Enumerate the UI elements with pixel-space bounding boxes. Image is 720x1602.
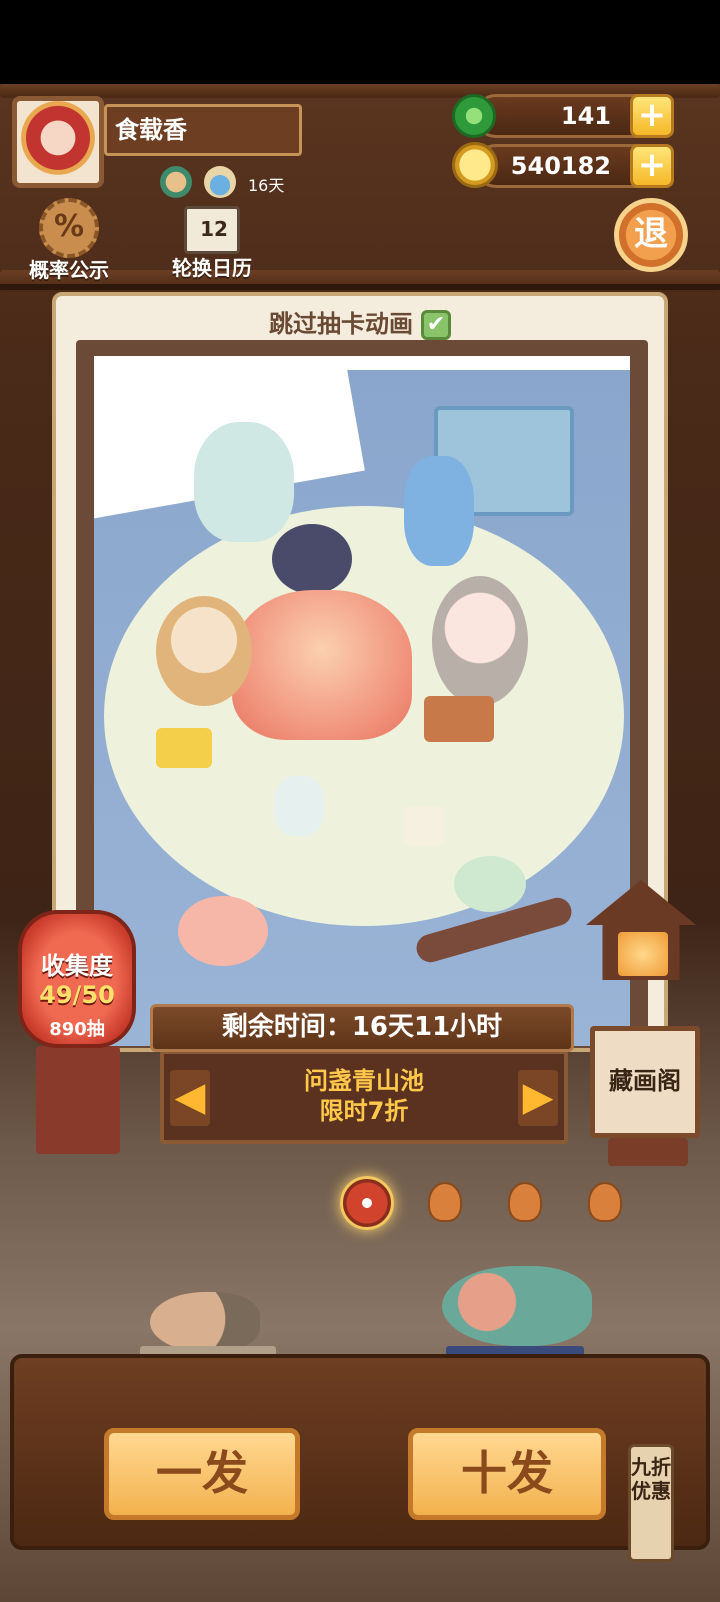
tofu-cube xyxy=(404,806,444,846)
checkbox-checked-icon[interactable]: ✔ xyxy=(421,310,451,340)
companion-icon[interactable] xyxy=(160,166,192,198)
pool-name-line1: 问盏青山池 xyxy=(304,1067,424,1095)
lantern-stand xyxy=(36,1046,120,1154)
single-draw-button[interactable]: 一发 xyxy=(104,1428,300,1520)
pool-page-dot[interactable] xyxy=(508,1182,542,1222)
snack-basket xyxy=(424,696,494,742)
add-coins-button[interactable]: + xyxy=(630,144,674,188)
status-bar xyxy=(0,0,720,84)
black-cat xyxy=(272,524,352,594)
status-days: 16天 xyxy=(248,176,285,195)
pool-page-dot[interactable] xyxy=(588,1182,622,1222)
chibi-boy xyxy=(156,596,252,706)
remaining-time: 剩余时间：16天11小时 xyxy=(150,1004,574,1052)
skip-animation-toggle[interactable]: 跳过抽卡动画 ✔ xyxy=(56,304,664,340)
sweet-bun xyxy=(178,896,268,966)
probability-label: 概率公示 xyxy=(29,258,109,282)
calendar-icon: 12 xyxy=(184,206,240,254)
pavilion-base xyxy=(608,1138,688,1166)
player-avatar[interactable] xyxy=(12,96,104,188)
pool-selector: ◀ 问盏青山池 限时7折 ▶ xyxy=(160,1050,568,1144)
pool-page-dot-active[interactable] xyxy=(340,1176,394,1230)
pool-name: 问盏青山池 限时7折 xyxy=(220,1066,508,1126)
beam-shadow xyxy=(0,284,720,290)
vase xyxy=(194,422,294,542)
add-jade-button[interactable]: + xyxy=(630,94,674,138)
next-pool-arrow[interactable]: ▶ xyxy=(518,1070,558,1126)
discount-tag: 九折优惠 xyxy=(628,1444,674,1562)
prev-pool-arrow[interactable]: ◀ xyxy=(170,1070,210,1126)
player-name: 食载香 xyxy=(104,104,302,156)
teapot xyxy=(274,776,324,836)
tea-bowl xyxy=(454,856,526,912)
coin-icon xyxy=(452,142,498,188)
pool-page-dot[interactable] xyxy=(428,1182,462,1222)
skip-animation-label: 跳过抽卡动画 xyxy=(269,310,413,338)
collection-count: 49/50 xyxy=(39,981,115,1009)
card-frame: 跳过抽卡动画 ✔ xyxy=(52,292,668,1052)
mooncake xyxy=(232,590,412,740)
collection-title: 收集度 xyxy=(41,952,113,980)
card-artwork xyxy=(94,356,630,1046)
jade-icon xyxy=(452,94,496,138)
gallery-button[interactable]: 藏画阁 xyxy=(590,1026,700,1138)
single-draw-fish xyxy=(150,1292,260,1352)
calendar-label: 轮换日历 xyxy=(172,256,252,280)
pool-name-line2: 限时7折 xyxy=(319,1097,409,1125)
ten-draw-button[interactable]: 十发 xyxy=(408,1428,606,1520)
percent-icon: % xyxy=(39,198,99,258)
scholar-rock xyxy=(404,456,474,566)
calendar-button[interactable]: 12 轮换日历 xyxy=(164,206,260,280)
butter-cube xyxy=(156,728,212,768)
exit-button[interactable]: 退 xyxy=(614,198,688,272)
chibi-girl xyxy=(432,576,528,706)
ten-draw-fish xyxy=(442,1266,592,1346)
collection-lantern[interactable]: 收集度 49/50 890抽 xyxy=(18,910,136,1048)
pavilion-lamp xyxy=(618,932,668,976)
snow-globe-icon[interactable] xyxy=(204,166,236,198)
probability-button[interactable]: % 概率公示 xyxy=(24,198,114,282)
draw-total: 890抽 xyxy=(49,1019,105,1040)
